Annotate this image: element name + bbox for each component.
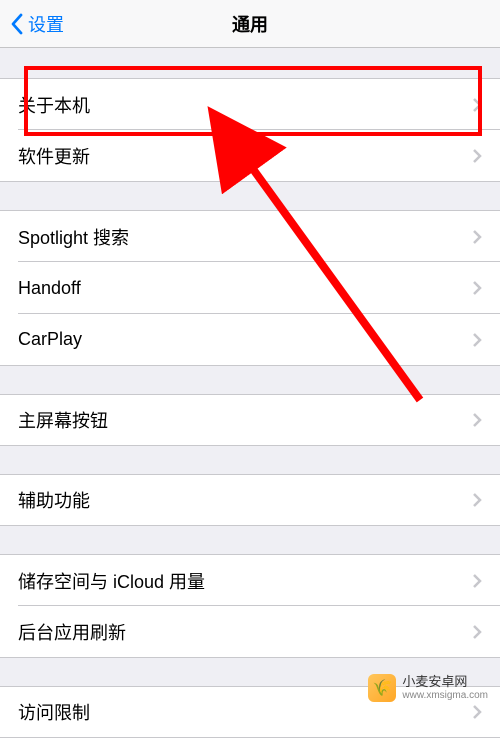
row-label: CarPlay bbox=[18, 329, 472, 350]
group-about: 关于本机 软件更新 bbox=[0, 78, 500, 182]
row-home-button[interactable]: 主屏幕按钮 bbox=[0, 394, 500, 446]
row-carplay[interactable]: CarPlay bbox=[0, 314, 500, 366]
row-label: 主屏幕按钮 bbox=[18, 407, 472, 433]
chevron-right-icon bbox=[472, 492, 482, 508]
row-handoff[interactable]: Handoff bbox=[0, 262, 500, 314]
back-button[interactable]: 设置 bbox=[0, 0, 64, 47]
chevron-right-icon bbox=[472, 332, 482, 348]
row-label: 后台应用刷新 bbox=[18, 619, 472, 645]
watermark-text: 小麦安卓网 www.xmsigma.com bbox=[402, 675, 488, 700]
chevron-right-icon bbox=[472, 412, 482, 428]
watermark: 🌾 小麦安卓网 www.xmsigma.com bbox=[368, 674, 488, 702]
page-title: 通用 bbox=[232, 11, 268, 37]
nav-header: 设置 通用 bbox=[0, 0, 500, 48]
spacer bbox=[0, 366, 500, 394]
group-features: Spotlight 搜索 Handoff CarPlay bbox=[0, 210, 500, 366]
chevron-right-icon bbox=[472, 97, 482, 113]
group-home-button: 主屏幕按钮 bbox=[0, 394, 500, 446]
group-storage: 储存空间与 iCloud 用量 后台应用刷新 bbox=[0, 554, 500, 658]
back-label: 设置 bbox=[28, 11, 64, 37]
row-label: 软件更新 bbox=[18, 143, 472, 169]
spacer bbox=[0, 446, 500, 474]
chevron-left-icon bbox=[10, 13, 24, 35]
chevron-right-icon bbox=[472, 229, 482, 245]
chevron-right-icon bbox=[472, 280, 482, 296]
row-label: 关于本机 bbox=[18, 92, 472, 118]
row-label: 储存空间与 iCloud 用量 bbox=[18, 568, 472, 594]
row-label: 访问限制 bbox=[18, 699, 472, 725]
chevron-right-icon bbox=[472, 704, 482, 720]
row-label: 辅助功能 bbox=[18, 487, 472, 513]
chevron-right-icon bbox=[472, 573, 482, 589]
row-storage-icloud[interactable]: 储存空间与 iCloud 用量 bbox=[0, 554, 500, 606]
chevron-right-icon bbox=[472, 624, 482, 640]
watermark-title: 小麦安卓网 bbox=[402, 675, 488, 689]
row-software-update[interactable]: 软件更新 bbox=[0, 130, 500, 182]
spacer bbox=[0, 182, 500, 210]
row-accessibility[interactable]: 辅助功能 bbox=[0, 474, 500, 526]
watermark-logo-icon: 🌾 bbox=[368, 674, 396, 702]
watermark-url: www.xmsigma.com bbox=[402, 690, 488, 701]
chevron-right-icon bbox=[472, 148, 482, 164]
spacer bbox=[0, 526, 500, 554]
row-background-app-refresh[interactable]: 后台应用刷新 bbox=[0, 606, 500, 658]
row-label: Spotlight 搜索 bbox=[18, 224, 472, 250]
row-label: Handoff bbox=[18, 278, 472, 299]
row-about-this-device[interactable]: 关于本机 bbox=[0, 78, 500, 130]
group-accessibility: 辅助功能 bbox=[0, 474, 500, 526]
spacer bbox=[0, 48, 500, 78]
row-spotlight[interactable]: Spotlight 搜索 bbox=[0, 210, 500, 262]
